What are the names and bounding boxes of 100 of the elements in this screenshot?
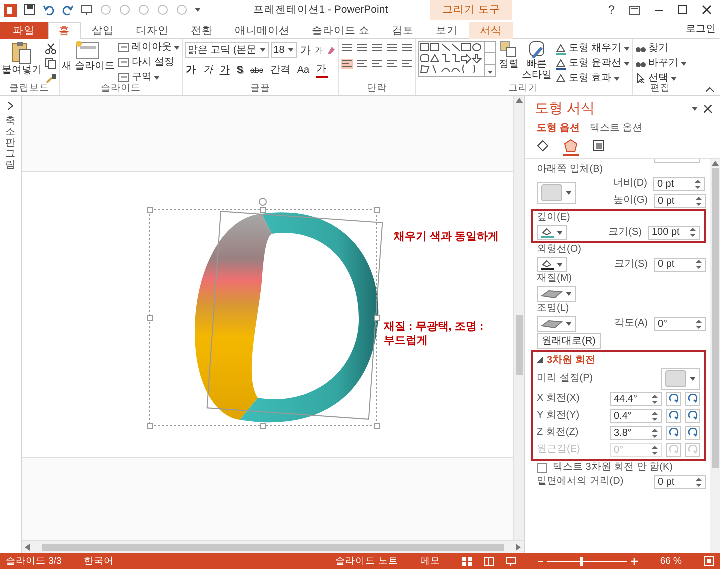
section-header[interactable]: 3차원 회전 [537,353,700,367]
font-format-button[interactable]: S [236,64,244,76]
close-icon[interactable] [704,105,712,113]
caret-icon[interactable] [566,322,572,326]
reading-view-icon[interactable] [484,556,494,566]
normal-view-icon[interactable] [462,556,472,566]
spin-field[interactable]: 0 pt [654,194,706,208]
align-center-icon[interactable] [356,59,368,69]
caret-icon[interactable] [566,292,572,296]
caret-icon[interactable] [260,48,266,52]
align-left-icon[interactable] [340,59,353,69]
save-icon[interactable] [24,4,36,16]
ribbon-tab[interactable]: 디자인 [125,22,180,39]
caret-icon[interactable] [174,46,180,50]
zoom-in-icon[interactable] [631,558,638,564]
redo-icon[interactable] [62,4,74,16]
ring-drawing[interactable] [195,212,379,422]
format-painter-icon[interactable] [45,73,57,83]
zoom-level[interactable]: 66 % [660,556,682,566]
reset-button[interactable]: 원래대로(R) [537,333,601,349]
language-indicator[interactable]: 한국어 [84,554,114,568]
checkbox[interactable] [537,463,547,473]
caret-icon[interactable] [154,76,160,80]
font-format-button[interactable]: 가 [316,62,328,78]
fit-slide-icon[interactable] [704,556,714,566]
customize-icon[interactable] [195,8,201,12]
maximize-icon[interactable] [678,5,688,15]
justify-icon[interactable] [386,59,398,69]
spinner-arrows-icon[interactable] [690,228,696,237]
decrease-indent-icon[interactable] [370,43,383,53]
reset-icon[interactable] [118,56,130,68]
quick-styles-button[interactable]: 빠른 스타일 [522,41,552,81]
size-icon[interactable] [592,139,606,153]
spin-field[interactable]: 0.4° [610,409,662,423]
ribbon-tab[interactable]: 검토 [380,22,425,39]
ribbon-tab[interactable]: 보기 [424,22,469,39]
arrange-icon[interactable] [500,41,518,59]
ribbon-tab[interactable]: 파일 [0,22,48,39]
caret-icon[interactable] [624,46,630,50]
spinner-arrows-icon[interactable] [652,394,658,404]
columns-icon[interactable] [400,59,413,69]
spinner-arrows-icon[interactable] [695,180,702,188]
clear-format-icon[interactable] [326,45,336,55]
spin-field[interactable]: 0° [654,317,706,331]
shape-command-button[interactable]: 도형 효과 [554,72,630,83]
pane-tab[interactable]: 텍스트 옵션 [588,121,645,135]
font-name-field[interactable]: 맑은 고딕 (본문 [184,42,269,58]
ribbon-tab[interactable]: 홈 [48,22,81,39]
font-format-button[interactable]: Aa [296,64,311,76]
rotate-cw-icon[interactable] [688,428,698,438]
close-icon[interactable] [702,5,712,15]
layout-icon[interactable] [118,42,130,54]
caret-icon[interactable] [566,190,572,194]
rotate-left-icon[interactable] [668,394,678,404]
quick-styles-icon[interactable] [528,41,546,59]
spinner-arrows-icon[interactable] [652,412,658,420]
slide-command-button[interactable]: 다시 설정 [118,56,180,69]
paste-icon[interactable] [11,41,33,65]
pentagon-icon[interactable] [564,139,578,153]
font-format-button[interactable]: 가 [218,63,231,77]
new-slide-icon[interactable] [76,41,100,61]
spinner-arrows-icon[interactable] [652,428,658,438]
rotate-right-icon[interactable] [688,394,698,404]
contour-color-picker[interactable] [537,257,567,272]
scroll-thumb[interactable] [42,544,504,550]
caret-icon[interactable] [557,262,563,266]
align-right-icon[interactable] [370,59,383,69]
sign-in-link[interactable]: 로그인 [686,22,720,36]
section-icon[interactable] [118,72,130,83]
ribbon-tab[interactable]: 슬라이드 쇼 [301,22,381,39]
cut-icon[interactable] [45,43,57,55]
caret-icon[interactable] [614,76,620,80]
shape-gallery[interactable] [418,41,496,77]
shape-command-button[interactable]: 도형 채우기 [554,42,630,55]
edit-command-button[interactable]: 바꾸기 [634,57,687,70]
slideshow-icon[interactable] [81,4,93,16]
undo-icon[interactable] [43,4,55,16]
comments-button[interactable]: 메모 [420,554,440,568]
caret-icon[interactable] [680,62,687,66]
lighting-picker[interactable] [537,316,576,332]
help-button[interactable]: ? [608,3,615,17]
pane-menu-icon[interactable] [692,107,698,111]
caret-icon[interactable] [690,377,696,381]
copy-icon[interactable] [45,58,57,70]
spin-field[interactable]: 0 pt [654,258,706,272]
rotate-button[interactable] [685,409,700,423]
spinner-arrows-icon[interactable] [696,478,702,486]
rotate-button[interactable] [685,392,700,406]
spin-field[interactable]: 44.4° [610,392,662,406]
ribbon-tab[interactable]: 서식 [468,22,513,39]
spinner-arrows-icon[interactable] [696,196,702,206]
caret-icon[interactable] [624,62,630,66]
presenter-icon[interactable] [506,556,516,566]
pane-tab[interactable]: 도형 옵션 [535,121,582,135]
notes-button[interactable]: 슬라이드 노트 [336,554,398,568]
spin-field[interactable]: 100 pt [648,226,700,240]
font-size-field[interactable]: 18 [270,42,297,58]
cursor-icon[interactable] [634,72,647,83]
scroll-right-icon[interactable] [516,544,521,550]
spinner-arrows-icon[interactable] [696,260,702,269]
